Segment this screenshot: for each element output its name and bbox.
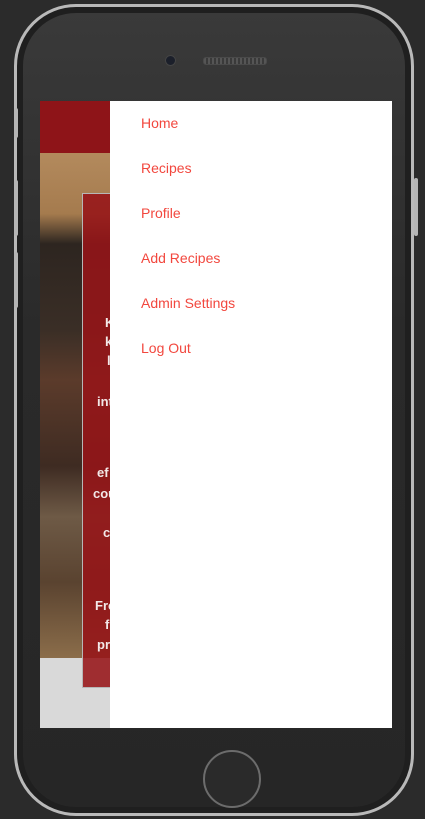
menu-item-admin-settings[interactable]: Admin Settings: [141, 295, 235, 311]
home-button[interactable]: [203, 750, 261, 808]
card-text-line: pr: [97, 637, 110, 652]
card-text-line: f: [105, 617, 110, 632]
menu-item-log-out[interactable]: Log Out: [141, 340, 191, 356]
menu-item-home[interactable]: Home: [141, 115, 178, 131]
menu-item-profile[interactable]: Profile: [141, 205, 181, 221]
camera-icon: [165, 55, 176, 66]
card-text-line: ef: [97, 465, 109, 480]
mute-switch: [14, 108, 18, 138]
volume-down-button: [14, 252, 18, 308]
menu-item-add-recipes[interactable]: Add Recipes: [141, 250, 220, 266]
volume-up-button: [14, 180, 18, 236]
app-screen: K k l int ef cou c Fro f pr Home Recipes…: [40, 101, 392, 728]
menu-item-recipes[interactable]: Recipes: [141, 160, 192, 176]
power-button: [414, 178, 418, 236]
side-drawer-menu: Home Recipes Profile Add Recipes Admin S…: [110, 101, 392, 728]
speaker-grille: [203, 57, 267, 65]
